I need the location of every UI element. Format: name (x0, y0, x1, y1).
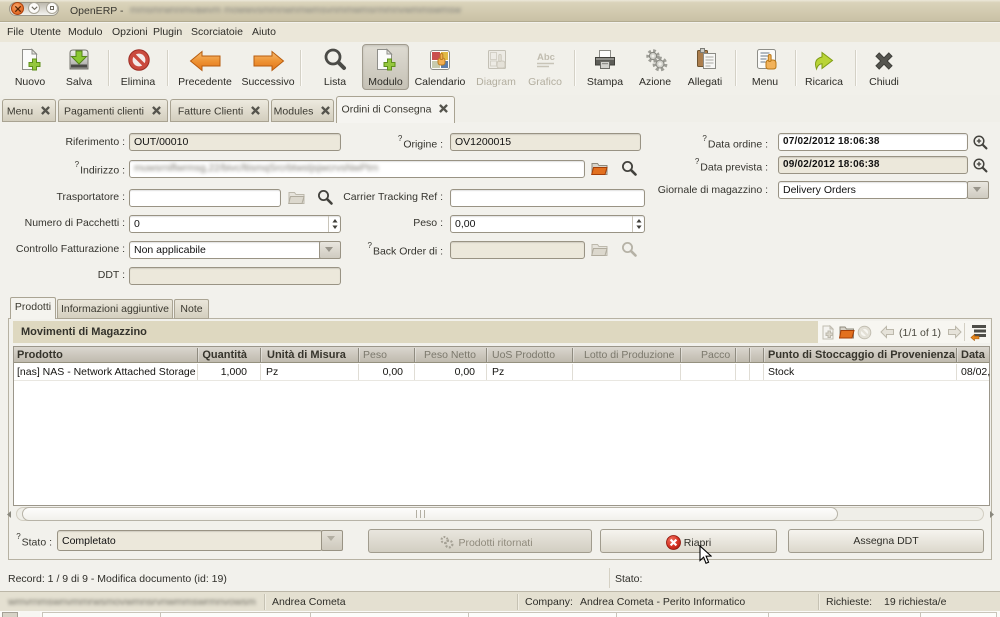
svg-text:Abc: Abc (537, 52, 555, 63)
